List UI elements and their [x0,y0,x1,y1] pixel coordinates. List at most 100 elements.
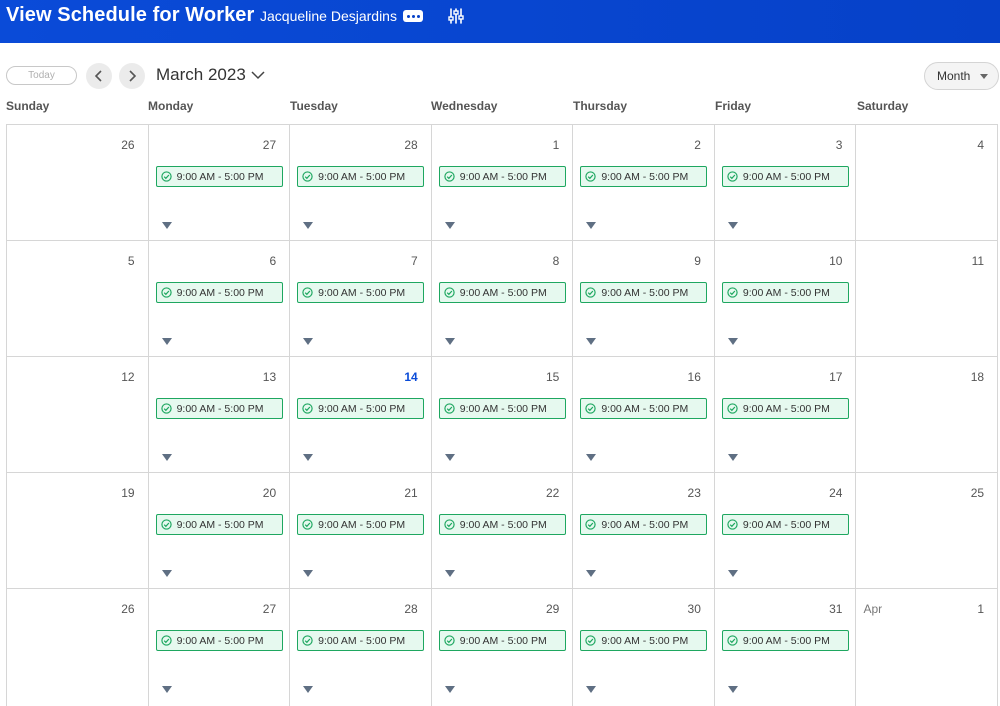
day-cell[interactable]: 30 9:00 AM - 5:00 PM [573,589,715,706]
expand-triangle-icon[interactable] [727,338,738,345]
expand-triangle-icon[interactable] [161,222,172,229]
chevron-down-icon[interactable] [251,69,265,81]
day-cell[interactable]: 3 9:00 AM - 5:00 PM [714,125,857,241]
check-circle-icon [160,287,172,298]
expand-triangle-icon[interactable] [586,454,597,461]
expand-triangle-icon[interactable] [161,570,172,577]
check-circle-icon [585,171,596,182]
day-cell[interactable]: 20 9:00 AM - 5:00 PM [148,473,291,589]
day-cell[interactable]: Apr 1 [856,589,999,706]
day-cell[interactable]: 28 9:00 AM - 5:00 PM [290,125,432,241]
day-cell[interactable]: 15 9:00 AM - 5:00 PM [431,357,574,473]
day-cell[interactable]: 11 [856,241,999,357]
shift-block[interactable]: 9:00 AM - 5:00 PM [721,630,849,651]
day-cell[interactable]: 17 9:00 AM - 5:00 PM [714,357,857,473]
shift-block[interactable]: 9:00 AM - 5:00 PM [297,630,425,651]
day-cell[interactable]: 2 9:00 AM - 5:00 PM [573,125,715,241]
related-actions-button[interactable] [403,10,423,22]
shift-block[interactable]: 9:00 AM - 5:00 PM [155,166,283,187]
expand-triangle-icon[interactable] [586,222,597,229]
check-circle-icon [727,635,738,646]
day-cell[interactable]: 25 [856,473,999,589]
day-cell[interactable]: 21 9:00 AM - 5:00 PM [290,473,432,589]
expand-triangle-icon[interactable] [303,338,314,345]
day-cell[interactable]: 27 9:00 AM - 5:00 PM [148,589,291,706]
shift-block[interactable]: 9:00 AM - 5:00 PM [438,630,566,651]
shift-block[interactable]: 9:00 AM - 5:00 PM [721,166,849,187]
expand-triangle-icon[interactable] [161,454,172,461]
shift-block[interactable]: 9:00 AM - 5:00 PM [721,398,849,419]
shift-block[interactable]: 9:00 AM - 5:00 PM [438,282,566,303]
day-cell[interactable]: 13 9:00 AM - 5:00 PM [148,357,291,473]
shift-block[interactable]: 9:00 AM - 5:00 PM [580,166,708,187]
shift-block[interactable]: 9:00 AM - 5:00 PM [155,398,283,419]
shift-block[interactable]: 9:00 AM - 5:00 PM [721,514,849,535]
expand-triangle-icon[interactable] [586,338,597,345]
expand-triangle-icon[interactable] [586,686,597,693]
check-circle-icon [585,635,596,646]
day-cell[interactable]: 31 9:00 AM - 5:00 PM [714,589,857,706]
date-number: 4 [977,138,985,152]
view-selector-button[interactable]: Month [924,62,999,90]
shift-block[interactable]: 9:00 AM - 5:00 PM [580,398,708,419]
day-cell[interactable]: 4 [856,125,999,241]
day-cell[interactable]: 6 9:00 AM - 5:00 PM [148,241,291,357]
shift-block[interactable]: 9:00 AM - 5:00 PM [155,514,283,535]
date-number: 18 [970,370,985,384]
day-cell[interactable]: 7 9:00 AM - 5:00 PM [290,241,432,357]
shift-block[interactable]: 9:00 AM - 5:00 PM [580,514,708,535]
next-month-button[interactable] [119,63,145,89]
expand-triangle-icon[interactable] [303,222,314,229]
day-cell[interactable]: 22 9:00 AM - 5:00 PM [431,473,574,589]
month-picker-label[interactable]: March 2023 [156,65,246,85]
day-cell[interactable]: 27 9:00 AM - 5:00 PM [148,125,291,241]
shift-time-label: 9:00 AM - 5:00 PM [318,634,406,647]
expand-triangle-icon[interactable] [161,338,172,345]
day-cell[interactable]: 19 [7,473,149,589]
shift-block[interactable]: 9:00 AM - 5:00 PM [438,166,566,187]
shift-block[interactable]: 9:00 AM - 5:00 PM [297,282,425,303]
shift-block[interactable]: 9:00 AM - 5:00 PM [580,630,708,651]
day-cell[interactable]: 8 9:00 AM - 5:00 PM [431,241,574,357]
expand-triangle-icon[interactable] [444,454,455,461]
shift-block[interactable]: 9:00 AM - 5:00 PM [438,398,566,419]
expand-triangle-icon[interactable] [444,222,455,229]
expand-triangle-icon[interactable] [727,222,738,229]
expand-triangle-icon[interactable] [303,686,314,693]
shift-block[interactable]: 9:00 AM - 5:00 PM [721,282,849,303]
shift-block[interactable]: 9:00 AM - 5:00 PM [438,514,566,535]
day-cell[interactable]: 26 [7,125,149,241]
day-cell[interactable]: 29 9:00 AM - 5:00 PM [431,589,574,706]
day-cell[interactable]: 24 9:00 AM - 5:00 PM [714,473,857,589]
day-cell[interactable]: 1 9:00 AM - 5:00 PM [431,125,574,241]
day-cell[interactable]: 14 9:00 AM - 5:00 PM [290,357,432,473]
expand-triangle-icon[interactable] [303,454,314,461]
expand-triangle-icon[interactable] [444,338,455,345]
expand-triangle-icon[interactable] [444,570,455,577]
shift-block[interactable]: 9:00 AM - 5:00 PM [155,630,283,651]
previous-month-button[interactable] [86,63,112,89]
shift-block[interactable]: 9:00 AM - 5:00 PM [580,282,708,303]
day-cell[interactable]: 12 [7,357,149,473]
today-button[interactable]: Today [6,66,77,85]
day-cell[interactable]: 10 9:00 AM - 5:00 PM [714,241,857,357]
filter-sliders-icon[interactable] [447,7,465,25]
day-cell[interactable]: 9 9:00 AM - 5:00 PM [573,241,715,357]
shift-block[interactable]: 9:00 AM - 5:00 PM [155,282,283,303]
expand-triangle-icon[interactable] [727,686,738,693]
expand-triangle-icon[interactable] [586,570,597,577]
day-cell[interactable]: 26 [7,589,149,706]
expand-triangle-icon[interactable] [727,454,738,461]
expand-triangle-icon[interactable] [303,570,314,577]
day-cell[interactable]: 18 [856,357,999,473]
day-cell[interactable]: 23 9:00 AM - 5:00 PM [573,473,715,589]
expand-triangle-icon[interactable] [727,570,738,577]
day-cell[interactable]: 28 9:00 AM - 5:00 PM [290,589,432,706]
day-cell[interactable]: 5 [7,241,149,357]
expand-triangle-icon[interactable] [161,686,172,693]
day-cell[interactable]: 16 9:00 AM - 5:00 PM [573,357,715,473]
expand-triangle-icon[interactable] [444,686,455,693]
shift-block[interactable]: 9:00 AM - 5:00 PM [297,514,425,535]
shift-block[interactable]: 9:00 AM - 5:00 PM [297,398,425,419]
shift-block[interactable]: 9:00 AM - 5:00 PM [297,166,425,187]
